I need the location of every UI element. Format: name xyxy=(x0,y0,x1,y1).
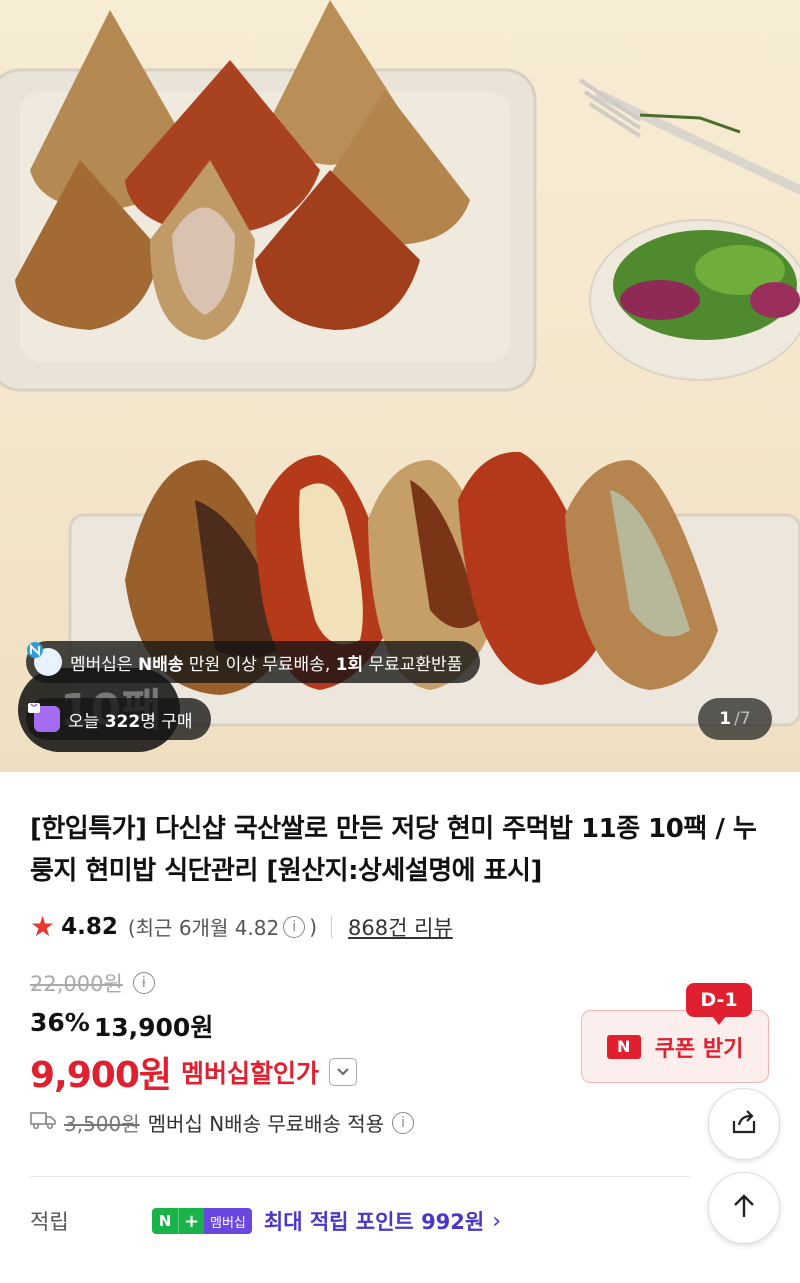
discount-rate: 36% xyxy=(30,1008,90,1037)
rating-recent-text: (최근 6개월 4.82 xyxy=(127,916,280,940)
shipping-old-price: 3,500원 xyxy=(64,1112,140,1136)
bag-icon xyxy=(28,703,60,732)
page-total: /7 xyxy=(734,709,751,729)
discount-price: 13,900원 xyxy=(93,1013,214,1042)
original-price-value: 22,000원 xyxy=(30,972,123,996)
points-text: 최대 적립 포인트 992원 xyxy=(263,1210,485,1234)
coupon-button[interactable]: N 쿠폰 받기 xyxy=(581,1010,769,1083)
naver-n-icon: N xyxy=(152,1208,178,1234)
member-price: 9,900원 xyxy=(30,1055,172,1096)
points-label: 적립 xyxy=(30,1210,69,1234)
shipping-row: 3,500원 멤버십 N배송 무료배송 적용 i xyxy=(30,1108,415,1137)
plus-icon: + xyxy=(178,1208,204,1234)
points-row[interactable]: 적립 N + 멤버십 최대 적립 포인트 992원 › xyxy=(30,1206,690,1236)
share-icon xyxy=(729,1107,759,1141)
coupon-deadline-badge: D-1 xyxy=(686,983,752,1025)
product-title: [한입특가] 다신샵 국산쌀로 만든 저당 현미 주먹밥 11종 10팩 / 누… xyxy=(30,814,757,886)
member-price-row: 9,900원 멤버십할인가 xyxy=(30,1046,358,1098)
shipping-text: 멤버십 N배송 무료배송 적용 xyxy=(147,1112,385,1136)
rating-recent-close: ) xyxy=(309,914,318,939)
share-button[interactable] xyxy=(708,1088,780,1160)
info-icon[interactable]: i xyxy=(132,972,155,994)
product-image[interactable]: 10팩 멤버십은 N배송 만원 이상 무료배송, 1회 무료교환반품 오늘 32… xyxy=(0,0,800,772)
info-icon[interactable]: i xyxy=(392,1111,415,1134)
rating-recent: (최근 6개월 4.82 i ) xyxy=(128,912,317,941)
today-purchase-text: 오늘 322명 구매 xyxy=(68,711,193,732)
rating-row: ★ 4.82 (최근 6개월 4.82 i ) 868건 리뷰 xyxy=(30,910,453,943)
reviews-link[interactable]: 868건 리뷰 xyxy=(348,912,453,942)
page-current: 1 xyxy=(719,709,732,729)
membership-banner[interactable]: 멤버십은 N배송 만원 이상 무료배송, 1회 무료교환반품 xyxy=(26,641,481,683)
member-price-label: 멤버십할인가 xyxy=(181,1059,320,1088)
star-icon: ★ xyxy=(30,910,56,943)
chevron-right-icon: › xyxy=(492,1208,502,1234)
image-page-indicator: 1 /7 xyxy=(698,698,772,740)
discount-price-row: 36% 13,900원 xyxy=(30,1008,213,1044)
chevron-down-icon[interactable] xyxy=(329,1058,358,1086)
membership-banner-text: 멤버십은 N배송 만원 이상 무료배송, 1회 무료교환반품 xyxy=(70,654,463,675)
arrow-up-icon xyxy=(731,1192,757,1224)
npay-membership-badge: N + 멤버십 xyxy=(152,1208,252,1234)
original-price: 22,000원 i xyxy=(30,968,155,998)
membership-badge-text: 멤버십 xyxy=(204,1208,252,1234)
today-purchase-count: 오늘 322명 구매 xyxy=(26,698,211,740)
info-icon[interactable]: i xyxy=(283,915,306,938)
naver-n-icon xyxy=(27,642,62,676)
naver-n-icon: N xyxy=(606,1034,641,1059)
scroll-top-button[interactable] xyxy=(708,1172,780,1244)
divider xyxy=(331,915,333,938)
section-divider xyxy=(30,1176,690,1177)
rating-score: 4.82 xyxy=(61,913,118,940)
coupon-label: 쿠폰 받기 xyxy=(654,1036,744,1062)
truck-icon xyxy=(30,1110,56,1135)
